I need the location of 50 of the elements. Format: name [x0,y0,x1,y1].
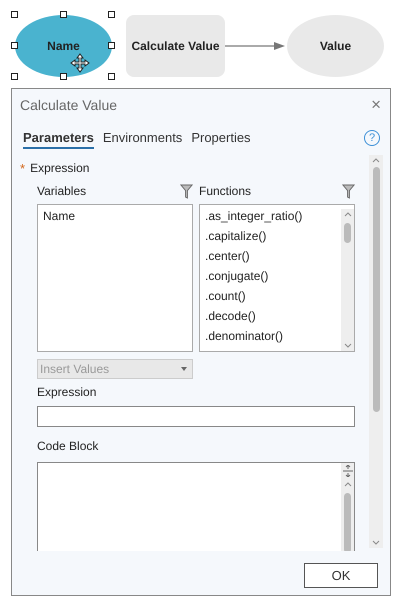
list-item[interactable]: .denominator() [205,329,341,349]
variable-node[interactable]: Name [15,15,112,77]
scroll-up-icon[interactable] [344,212,352,217]
split-handle-icon[interactable] [342,465,352,477]
scrollbar[interactable] [341,463,354,551]
filter-icon[interactable] [342,184,355,198]
scrollbar-thumb[interactable] [372,167,380,412]
resize-handle[interactable] [11,42,18,49]
list-item[interactable]: .as_integer_ratio() [205,209,341,229]
expression-field[interactable] [37,406,355,427]
resize-handle[interactable] [11,11,18,18]
list-item[interactable]: .count() [205,289,341,309]
filter-icon[interactable] [180,184,193,198]
scroll-up-icon[interactable] [372,158,380,163]
list-label: Functions [199,184,252,198]
field-label: Expression [37,385,98,401]
tab[interactable]: Properties [191,128,251,148]
ok-button[interactable]: OK [304,563,378,588]
resize-handle[interactable] [108,42,115,49]
scrollbar-thumb[interactable] [344,493,351,551]
window-title: Calculate Value [20,97,118,113]
move-cursor-icon [70,53,90,73]
resize-handle[interactable] [60,11,66,18]
scrollbar-thumb[interactable] [344,223,351,243]
list-item[interactable]: .conjugate() [205,269,341,289]
scroll-down-icon[interactable] [344,343,352,348]
scroll-down-icon[interactable] [372,540,380,545]
resize-handle[interactable] [108,11,115,18]
close-button[interactable]: × [371,95,381,115]
caret-icon [181,367,187,371]
resize-handle[interactable] [108,73,115,80]
tool-node[interactable]: Calculate Value [126,15,225,77]
code-block-field[interactable] [37,462,355,551]
list-item[interactable]: .capitalize() [205,229,341,249]
tab[interactable]: Environments [102,128,182,148]
resize-handle[interactable] [60,73,66,80]
required-mark: * [20,160,26,176]
connector-arrow [225,41,285,51]
scrollbar[interactable] [369,155,383,548]
scroll-up-icon[interactable] [344,482,352,487]
variable-node[interactable]: Value [287,15,384,77]
scrollbar[interactable] [341,209,354,351]
list-item[interactable]: Name [43,209,187,229]
parameter-label: Expression [30,161,90,175]
list-item[interactable]: .decode() [205,309,341,329]
field-label: Code Block [37,439,100,455]
list-label: Variables [37,184,86,198]
resize-handle[interactable] [11,73,18,80]
tab[interactable]: Parameters [23,128,94,148]
list-item[interactable]: .center() [205,249,341,269]
